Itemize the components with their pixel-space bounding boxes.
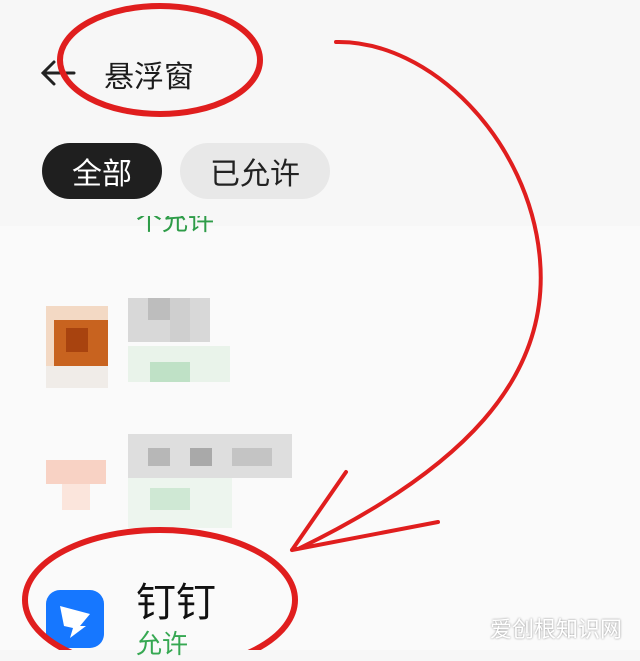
app-name-pixelated — [128, 298, 210, 342]
page-title: 悬浮窗 — [104, 60, 194, 95]
app-status: 允许 — [136, 630, 189, 660]
app-name-pixelated — [128, 434, 292, 478]
app-list: 个允许 — [0, 216, 640, 650]
tab-allowed[interactable]: 已允许 — [180, 143, 330, 199]
dingtalk-icon — [46, 590, 104, 648]
watermark: 爱创根知识网 — [489, 618, 622, 643]
app-name: 钉钉 — [136, 580, 216, 626]
app-icon-pixelated — [46, 460, 106, 510]
app-status-pixelated — [128, 478, 232, 528]
top-bar: 悬浮窗 — [0, 0, 640, 140]
app-status-pixelated — [128, 346, 230, 382]
list-item[interactable] — [0, 298, 640, 388]
list-item-status-partial: 个允许 — [136, 216, 215, 237]
list-item[interactable] — [0, 434, 640, 530]
tab-all[interactable]: 全部 — [42, 143, 162, 199]
arrow-left-icon[interactable] — [38, 58, 78, 88]
filter-tabs: 全部 已允许 — [42, 143, 330, 199]
app-icon-pixelated — [46, 306, 108, 388]
